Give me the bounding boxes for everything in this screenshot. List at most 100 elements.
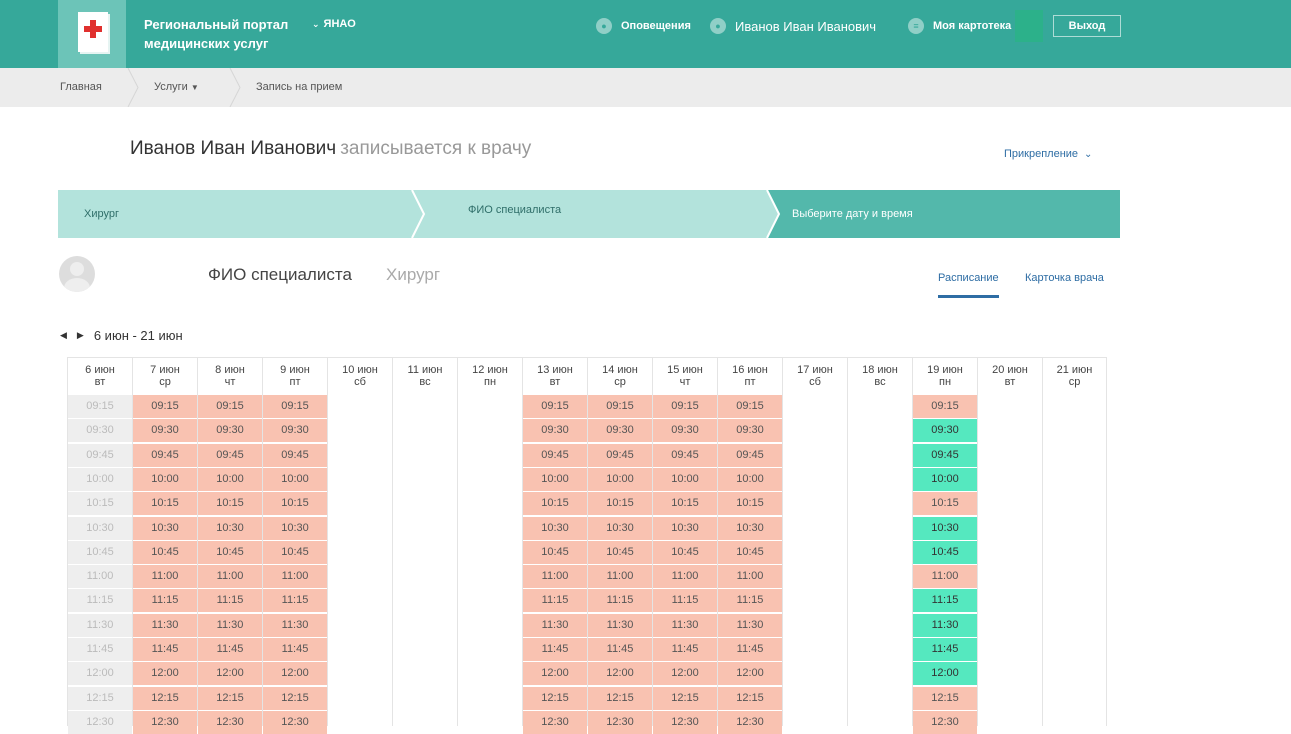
busy-time-slot: 11:15 (653, 589, 717, 613)
free-time-slot[interactable]: 11:30 (913, 613, 977, 637)
step-specialty[interactable]: Хирург (84, 208, 119, 220)
day-column: 20 июн вт (977, 357, 1042, 726)
day-date: 13 июн (537, 364, 573, 376)
breadcrumb-home[interactable]: Главная (60, 68, 102, 107)
busy-time-slot: 12:30 (588, 710, 652, 734)
busy-time-slot: 09:15 (653, 395, 717, 418)
patient-name: Иванов Иван Иванович (130, 138, 337, 159)
day-header: 6 июн вт (68, 357, 132, 395)
busy-time-slot: 09:45 (588, 443, 652, 467)
busy-time-slot: 11:45 (133, 638, 197, 661)
day-of-week: ср (1068, 376, 1081, 388)
day-of-week: ср (159, 376, 171, 388)
past-time-slot: 12:30 (68, 710, 132, 734)
notifications-link[interactable]: ● Оповещения (596, 0, 691, 52)
busy-time-slot: 09:15 (718, 395, 782, 418)
busy-time-slot: 12:15 (913, 686, 977, 710)
free-time-slot[interactable]: 10:30 (913, 516, 977, 540)
busy-time-slot: 11:00 (718, 565, 782, 589)
breadcrumb-current: Запись на прием (256, 81, 343, 93)
region-selector[interactable]: ⌄ ЯНАО (312, 18, 356, 30)
tab-doctor-card[interactable]: Карточка врача (1025, 272, 1104, 298)
free-time-slot[interactable]: 09:30 (913, 419, 977, 443)
day-date: 6 июн (85, 364, 115, 376)
busy-time-slot: 12:15 (133, 686, 197, 710)
doctor-name: ФИО специалиста (208, 265, 352, 284)
busy-time-slot: 10:15 (588, 492, 652, 516)
busy-time-slot: 12:15 (588, 686, 652, 710)
busy-time-slot: 10:00 (523, 467, 587, 491)
day-of-week: вт (1004, 376, 1016, 388)
busy-time-slot: 12:30 (913, 710, 977, 734)
busy-time-slot: 10:30 (653, 516, 717, 540)
busy-time-slot: 09:15 (263, 395, 327, 418)
day-of-week: пн (938, 376, 952, 388)
prev-week-arrow-icon[interactable]: ◀ (60, 330, 67, 341)
busy-time-slot: 12:15 (653, 686, 717, 710)
user-profile-link[interactable]: ● Иванов Иван Иванович (710, 0, 876, 52)
day-date: 16 июн (732, 364, 768, 376)
day-date: 19 июн (927, 364, 963, 376)
busy-time-slot: 12:30 (133, 710, 197, 734)
busy-time-slot: 11:00 (588, 565, 652, 589)
busy-time-slot: 10:15 (263, 492, 327, 516)
page-title: Иванов Иван Иванович записывается к врачу (130, 138, 531, 160)
logout-button[interactable]: Выход (1053, 15, 1121, 37)
busy-time-slot: 12:00 (718, 662, 782, 686)
free-time-slot[interactable]: 11:15 (913, 589, 977, 613)
step-doctor[interactable]: ФИО специалиста (468, 204, 561, 216)
day-date: 17 июн (797, 364, 833, 376)
next-week-arrow-icon[interactable]: ▶ (77, 330, 84, 341)
portal-logo[interactable] (58, 0, 126, 68)
day-date: 15 июн (667, 364, 703, 376)
busy-time-slot: 12:00 (588, 662, 652, 686)
busy-time-slot: 12:00 (263, 662, 327, 686)
free-time-slot[interactable]: 11:45 (913, 638, 977, 661)
free-time-slot[interactable]: 09:45 (913, 443, 977, 467)
busy-time-slot: 10:45 (263, 540, 327, 564)
busy-time-slot: 12:00 (523, 662, 587, 686)
day-header: 11 июн вс (393, 357, 457, 395)
past-time-slot: 12:15 (68, 686, 132, 710)
portal-title[interactable]: Региональный портал медицинских услуг (144, 15, 314, 53)
busy-time-slot: 10:45 (133, 540, 197, 564)
day-date: 8 июн (215, 364, 245, 376)
day-column: 21 июн ср (1042, 357, 1107, 726)
attach-dropdown[interactable]: Прикрепление ⌄ (1004, 148, 1092, 160)
booking-steps: Хирург ФИО специалиста Выберите дату и в… (58, 190, 1120, 238)
region-label: ЯНАО (323, 18, 356, 30)
my-card-link[interactable]: ≡ Моя картотека (908, 0, 1011, 52)
busy-time-slot: 09:30 (588, 419, 652, 443)
day-header: 7 июн ср (133, 357, 197, 395)
caret-down-icon: ▼ (190, 83, 199, 92)
busy-time-slot: 12:15 (198, 686, 262, 710)
busy-time-slot: 11:45 (718, 638, 782, 661)
free-time-slot[interactable]: 10:45 (913, 540, 977, 564)
busy-time-slot: 11:30 (718, 613, 782, 637)
busy-time-slot: 09:45 (133, 443, 197, 467)
tab-schedule[interactable]: Расписание (938, 272, 999, 298)
free-time-slot[interactable]: 10:00 (913, 467, 977, 491)
past-time-slot: 09:15 (68, 395, 132, 418)
day-header: 14 июн ср (588, 357, 652, 395)
past-time-slot: 10:00 (68, 467, 132, 491)
free-time-slot[interactable]: 12:00 (913, 662, 977, 686)
past-time-slot: 09:30 (68, 419, 132, 443)
doctor-specialty: Хирург (386, 265, 441, 284)
day-column: 15 июн чт 09:15 09:30 09:45 10:00 10:15 10:30 10… (652, 357, 717, 734)
chevron-down-icon: ⌄ (312, 19, 320, 29)
busy-time-slot: 11:00 (198, 565, 262, 589)
day-header: 18 июн вс (848, 357, 912, 395)
day-of-week: чт (224, 376, 236, 388)
breadcrumb-services[interactable]: Услуги ▼ (154, 68, 199, 107)
day-of-week: пн (483, 376, 497, 388)
busy-time-slot: 09:30 (523, 419, 587, 443)
busy-time-slot: 11:00 (523, 565, 587, 589)
doctor-avatar (59, 256, 95, 292)
busy-time-slot: 11:15 (263, 589, 327, 613)
day-header: 15 июн чт (653, 357, 717, 395)
day-column: 7 июн ср 09:15 09:30 09:45 10:00 10:15 10:30 10:… (132, 357, 197, 734)
day-column: 9 июн пт 09:15 09:30 09:45 10:00 10:15 10:30 10:… (262, 357, 327, 734)
busy-time-slot: 10:30 (133, 516, 197, 540)
busy-time-slot: 10:45 (198, 540, 262, 564)
